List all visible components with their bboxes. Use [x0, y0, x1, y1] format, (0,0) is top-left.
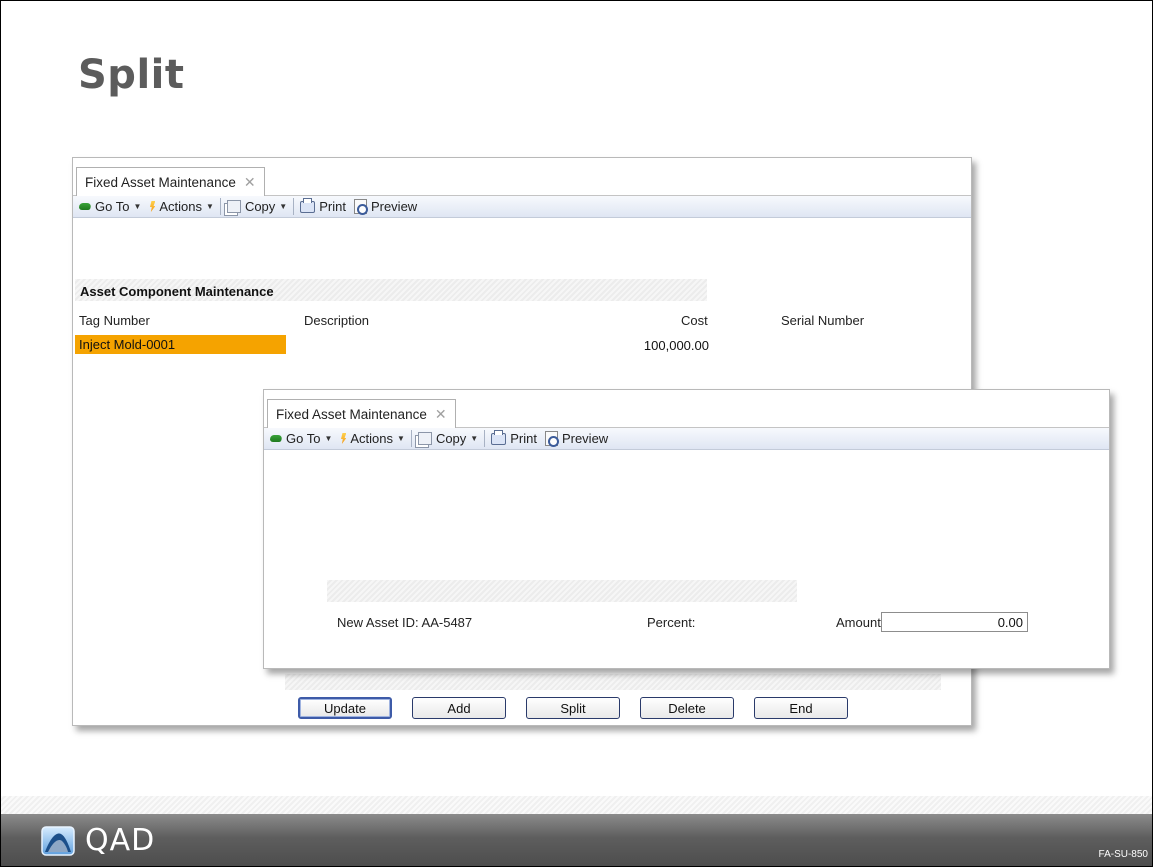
copy-label: Copy	[244, 199, 276, 214]
preview-label: Preview	[370, 199, 418, 214]
qad-logo-icon	[41, 826, 75, 856]
printer-icon	[300, 197, 316, 213]
amount-label: Amount:	[836, 615, 885, 630]
close-icon[interactable]: ✕	[435, 406, 447, 423]
copy-label: Copy	[435, 431, 467, 446]
goto-arrow-icon	[268, 435, 284, 442]
percent-label: Percent:	[647, 615, 696, 630]
preview-button[interactable]: Preview	[350, 196, 421, 217]
print-label: Print	[319, 199, 346, 214]
actions-label: Actions	[159, 199, 203, 214]
chevron-down-icon: ▼	[133, 202, 142, 211]
footer-divider-band	[1, 796, 1152, 814]
printer-icon	[491, 429, 507, 445]
section-title: Asset Component Maintenance	[80, 284, 274, 299]
chevron-down-icon: ▼	[397, 434, 405, 443]
tab-label: Fixed Asset Maintenance	[85, 174, 236, 190]
toolbar-divider	[484, 430, 486, 447]
table-row-selected[interactable]: Inject Mold-0001	[75, 335, 286, 354]
column-header-serial-number: Serial Number	[781, 313, 865, 328]
tag-number-cell: Inject Mold-0001	[79, 337, 176, 352]
chevron-down-icon: ▼	[279, 202, 288, 211]
copy-icon	[417, 432, 432, 445]
chevron-down-icon: ▼	[470, 434, 479, 443]
goto-label: Go To	[95, 199, 130, 214]
actions-menu[interactable]: Actions ▼	[336, 428, 409, 449]
print-button[interactable]: Print	[487, 428, 541, 449]
new-asset-id-label: New Asset ID:	[337, 615, 419, 630]
tab-strip: Fixed Asset Maintenance ✕	[73, 158, 971, 196]
add-button[interactable]: Add	[412, 697, 506, 719]
preview-label: Preview	[561, 431, 609, 446]
print-button[interactable]: Print	[296, 196, 350, 217]
slide-code: FA-SU-850	[1098, 849, 1148, 860]
tab-fixed-asset-maintenance[interactable]: Fixed Asset Maintenance ✕	[267, 399, 456, 428]
goto-menu[interactable]: Go To ▼	[73, 196, 145, 217]
lightning-icon	[149, 201, 156, 212]
chevron-down-icon: ▼	[206, 202, 214, 211]
preview-icon	[544, 431, 559, 447]
cost-cell: 100,000.00	[643, 338, 709, 353]
toolbar: Go To ▼ Actions ▼ Copy ▼ Print Preview	[264, 428, 1109, 450]
tab-label: Fixed Asset Maintenance	[276, 406, 427, 422]
new-asset-id-field: New Asset ID: AA-5487	[337, 615, 472, 630]
qad-logo-text: QAD	[85, 823, 156, 858]
copy-menu[interactable]: Copy ▼	[414, 428, 482, 449]
toolbar: Go To ▼ Actions ▼ Copy ▼ Print Preview	[73, 196, 971, 218]
preview-icon	[353, 199, 368, 215]
lightning-icon	[340, 433, 347, 444]
chevron-down-icon: ▼	[324, 434, 333, 443]
tab-strip: Fixed Asset Maintenance ✕	[264, 390, 1109, 428]
actions-menu[interactable]: Actions ▼	[145, 196, 218, 217]
column-header-description: Description	[304, 313, 370, 328]
goto-label: Go To	[286, 431, 321, 446]
copy-menu[interactable]: Copy ▼	[223, 196, 291, 217]
end-button[interactable]: End	[754, 697, 848, 719]
new-asset-id-value: AA-5487	[421, 615, 473, 630]
slide-title: Split	[78, 52, 185, 98]
close-icon[interactable]: ✕	[244, 174, 256, 191]
section-header-band	[327, 580, 797, 602]
update-button[interactable]: Update	[298, 697, 392, 719]
slide-footer: QAD FA-SU-850	[1, 814, 1152, 866]
print-label: Print	[510, 431, 537, 446]
buttons-band	[285, 674, 941, 690]
qad-logo: QAD	[41, 826, 155, 856]
toolbar-divider	[293, 198, 295, 215]
copy-icon	[226, 200, 241, 213]
amount-input[interactable]	[881, 612, 1028, 632]
column-header-cost: Cost	[681, 313, 708, 328]
toolbar-divider	[410, 430, 412, 447]
preview-button[interactable]: Preview	[541, 428, 612, 449]
split-button[interactable]: Split	[526, 697, 620, 719]
goto-arrow-icon	[77, 203, 93, 210]
split-asset-window: Fixed Asset Maintenance ✕ Go To ▼ Action…	[263, 389, 1110, 669]
actions-label: Actions	[350, 431, 394, 446]
delete-button[interactable]: Delete	[640, 697, 734, 719]
toolbar-divider	[219, 198, 221, 215]
goto-menu[interactable]: Go To ▼	[264, 428, 336, 449]
column-header-tag-number: Tag Number	[79, 313, 150, 328]
tab-fixed-asset-maintenance[interactable]: Fixed Asset Maintenance ✕	[76, 167, 265, 196]
